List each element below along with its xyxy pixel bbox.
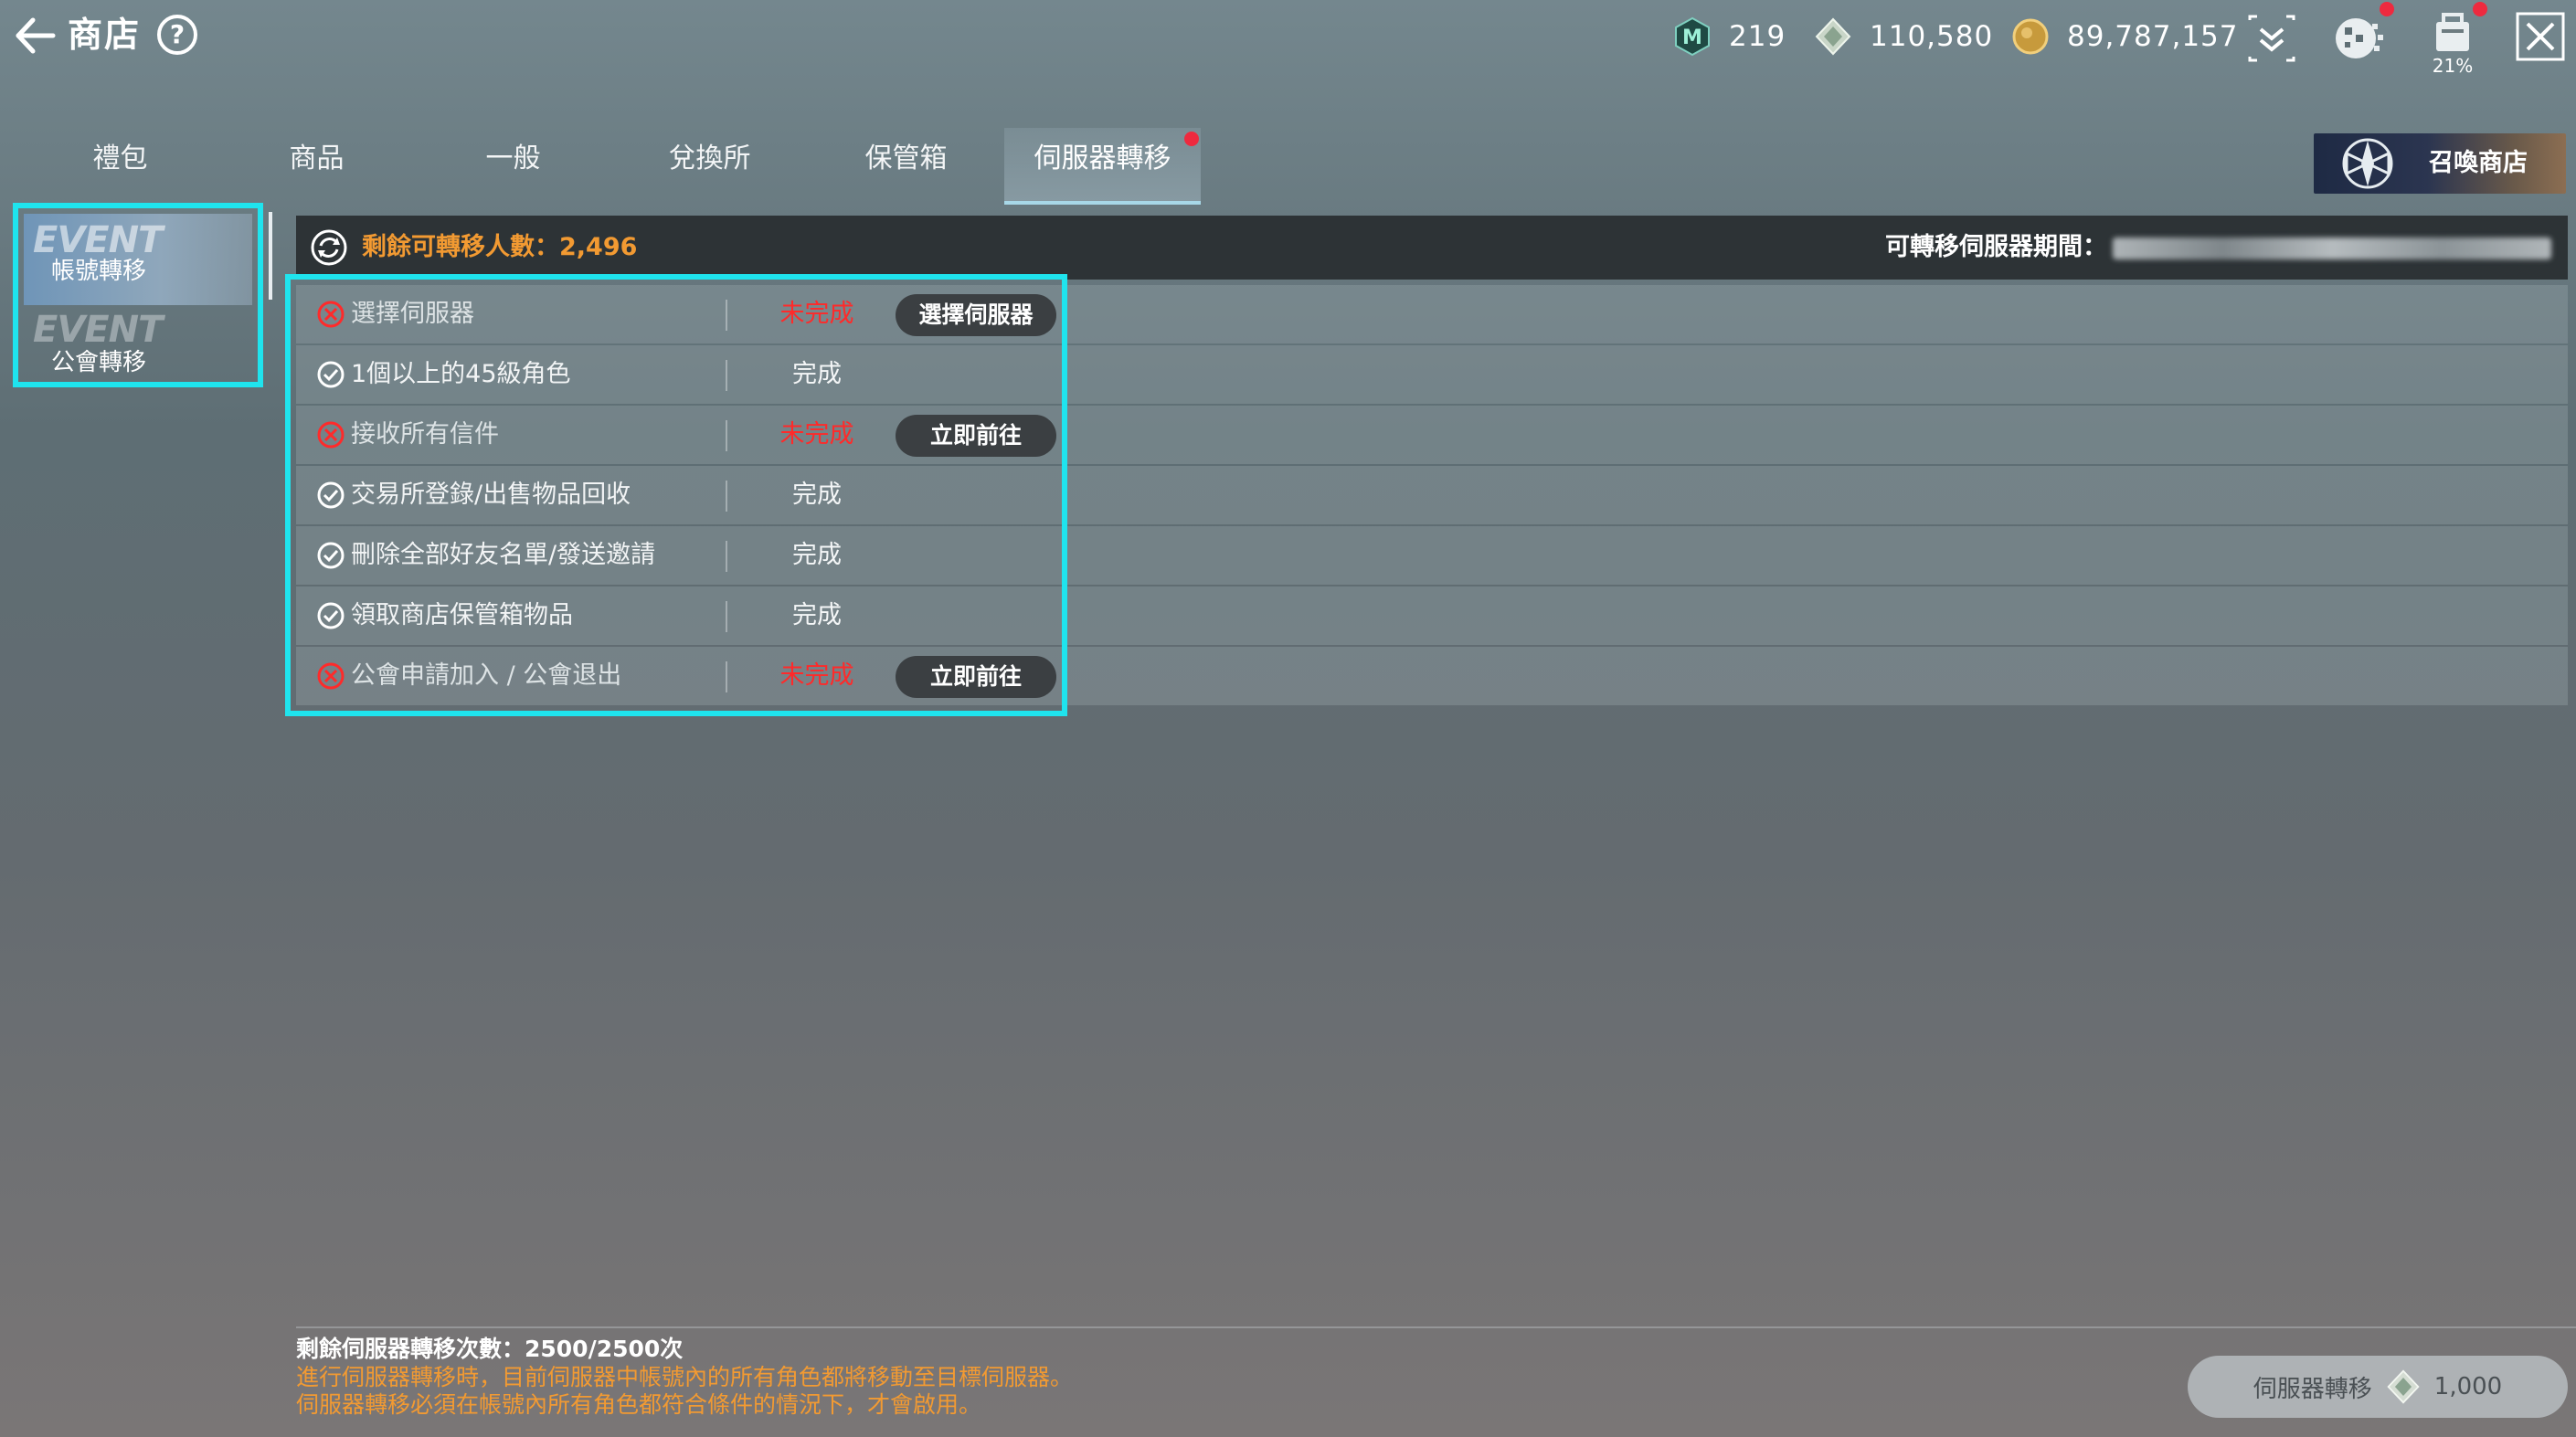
tab-general[interactable]: 一般 [415, 128, 611, 205]
inventory-percent: 21% [2432, 55, 2474, 77]
condition-status: 完成 [792, 481, 842, 509]
condition-text: 1個以上的45級角色 [351, 360, 571, 388]
complete-check-icon [317, 602, 345, 629]
gold-coin-icon [2012, 18, 2049, 55]
sidenav-guild-transfer[interactable]: EVENT 公會轉移 [24, 305, 252, 396]
condition-text: 公會申請加入 / 公會退出 [351, 661, 622, 690]
mileage-value: 219 [1729, 20, 1786, 53]
guild-notification-dot [2380, 2, 2394, 16]
column-divider [726, 601, 727, 632]
column-divider [726, 300, 727, 331]
condition-row-level-45: 1個以上的45級角色 完成 [296, 345, 1056, 404]
transfer-note-2: 伺服器轉移必須在帳號內所有角色都符合條件的情況下，才會啟用。 [296, 1391, 982, 1418]
tab-storage[interactable]: 保管箱 [808, 128, 1004, 205]
condition-text: 交易所登錄/出售物品回收 [351, 481, 631, 509]
currency-gold: 89,787,157 [2010, 13, 2239, 60]
server-transfer-label: 伺服器轉移 [2253, 1375, 2372, 1403]
incomplete-x-icon [317, 301, 345, 328]
close-icon[interactable] [2515, 11, 2566, 62]
mileage-coin-icon: M [1675, 16, 1710, 57]
complete-check-icon [317, 481, 345, 509]
sidenav-scroll-indicator [269, 212, 272, 300]
inventory-notification-dot [2473, 2, 2487, 16]
gold-value: 89,787,157 [2067, 20, 2239, 53]
guild-emblem-icon[interactable] [2332, 11, 2387, 66]
condition-row-friend-list: 刪除全部好友名單/發送邀請 完成 [296, 526, 1056, 585]
column-divider [726, 420, 727, 451]
condition-status: 未完成 [779, 300, 854, 328]
transfer-period-value-redacted [2113, 238, 2551, 259]
help-icon[interactable]: ? [157, 15, 197, 55]
condition-text: 接收所有信件 [351, 420, 499, 449]
tab-goods[interactable]: 商品 [218, 128, 415, 205]
transfer-type-nav: EVENT 帳號轉移 EVENT 公會轉移 [13, 203, 263, 387]
transfer-period-label: 可轉移伺服器期間： [1885, 233, 2107, 261]
tab-notification-dot [1184, 132, 1199, 146]
summon-shop-label: 召喚商店 [2429, 149, 2528, 177]
tab-server-transfer[interactable]: 伺服器轉移 [1004, 128, 1201, 205]
condition-text: 選擇伺服器 [351, 300, 474, 328]
condition-row-guild: 公會申請加入 / 公會退出 未完成 立即前往 [296, 647, 1056, 705]
tab-gift-pack[interactable]: 禮包 [22, 128, 218, 205]
sidenav-label: 帳號轉移 [51, 258, 147, 285]
condition-row-shop-storage: 領取商店保管箱物品 完成 [296, 586, 1056, 645]
diamond-icon [2387, 1369, 2420, 1404]
incomplete-x-icon [317, 421, 345, 449]
server-transfer-button[interactable]: 伺服器轉移 1,000 [2188, 1356, 2568, 1418]
go-now-button[interactable]: 立即前往 [896, 656, 1056, 698]
condition-status: 完成 [792, 360, 842, 388]
footer-divider [296, 1326, 2576, 1328]
page-title: 商店 [68, 15, 142, 55]
condition-row-select-server: 選擇伺服器 未完成 選擇伺服器 [296, 285, 1056, 343]
condition-status: 完成 [792, 541, 842, 569]
condition-text: 刪除全部好友名單/發送邀請 [351, 541, 656, 569]
condition-status: 未完成 [779, 420, 854, 449]
column-divider [726, 481, 727, 512]
sidenav-account-transfer[interactable]: EVENT 帳號轉移 [24, 214, 252, 305]
server-transfer-cost: 1,000 [2433, 1373, 2503, 1400]
select-server-button[interactable]: 選擇伺服器 [896, 294, 1056, 336]
diamond-value: 110,580 [1870, 20, 1994, 53]
sidenav-label: 公會轉移 [51, 349, 147, 376]
condition-status: 未完成 [779, 661, 854, 690]
diamond-icon [1815, 17, 1851, 56]
top-bar: 商店 ? M 219 110,580 89,787,157 21% [0, 0, 2576, 77]
condition-status: 完成 [792, 601, 842, 629]
condition-row-receive-mail: 接收所有信件 未完成 立即前往 [296, 406, 1056, 464]
summon-emblem-icon [2342, 138, 2393, 189]
transfer-info-bar: 剩餘可轉移人數：2,496 可轉移伺服器期間： [296, 216, 2568, 280]
incomplete-x-icon [317, 662, 345, 690]
tab-exchange[interactable]: 兌換所 [611, 128, 808, 205]
back-arrow-icon[interactable] [13, 13, 58, 58]
go-now-button[interactable]: 立即前往 [896, 415, 1056, 457]
complete-check-icon [317, 542, 345, 569]
currency-diamond: 110,580 [1813, 13, 1993, 60]
summon-shop-button[interactable]: 召喚商店 [2314, 133, 2566, 194]
column-divider [726, 541, 727, 572]
currency-mileage: M 219 [1672, 13, 1786, 60]
column-divider [726, 360, 727, 391]
complete-check-icon [317, 361, 345, 388]
condition-row-exchange-items: 交易所登錄/出售物品回收 完成 [296, 466, 1056, 524]
collapse-chevron-icon[interactable] [2244, 11, 2299, 66]
transfer-conditions-list: 選擇伺服器 未完成 選擇伺服器 1個以上的45級角色 完成 接收所有信件 未完成… [285, 274, 1067, 716]
svg-text:M: M [1682, 26, 1702, 49]
remaining-transfer-count: 剩餘可轉移人數：2,496 [362, 233, 638, 261]
refresh-icon[interactable] [309, 227, 349, 268]
column-divider [726, 661, 727, 692]
condition-text: 領取商店保管箱物品 [351, 601, 573, 629]
